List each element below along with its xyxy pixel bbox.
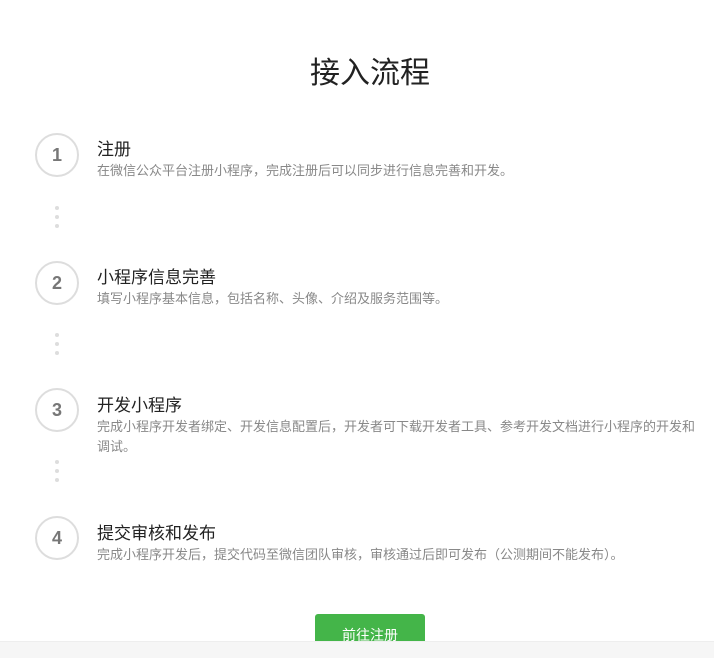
step-title: 注册 [97,140,131,159]
footer-bar [0,641,714,658]
step-description: 完成小程序开发者绑定、开发信息配置后，开发者可下载开发者工具、参考开发文档进行小… [97,419,696,454]
step-number-badge: 3 [35,388,79,432]
page-title: 接入流程 [310,57,430,90]
step-description: 填写小程序基本信息，包括名称、头像、介绍及服务范围等。 [97,291,449,306]
step-number-badge: 1 [35,133,79,177]
step-number-badge: 2 [35,261,79,305]
step-number-badge: 4 [35,516,79,560]
step-connector [55,460,59,487]
step-connector [55,206,59,233]
step-connector [55,333,59,360]
step-title: 小程序信息完善 [97,268,216,287]
step-title: 提交审核和发布 [97,524,216,543]
step-description: 在微信公众平台注册小程序，完成注册后可以同步进行信息完善和开发。 [97,163,514,178]
step-title: 开发小程序 [97,396,182,415]
step-description: 完成小程序开发后，提交代码至微信团队审核，审核通过后即可发布（公测期间不能发布）… [97,547,624,562]
